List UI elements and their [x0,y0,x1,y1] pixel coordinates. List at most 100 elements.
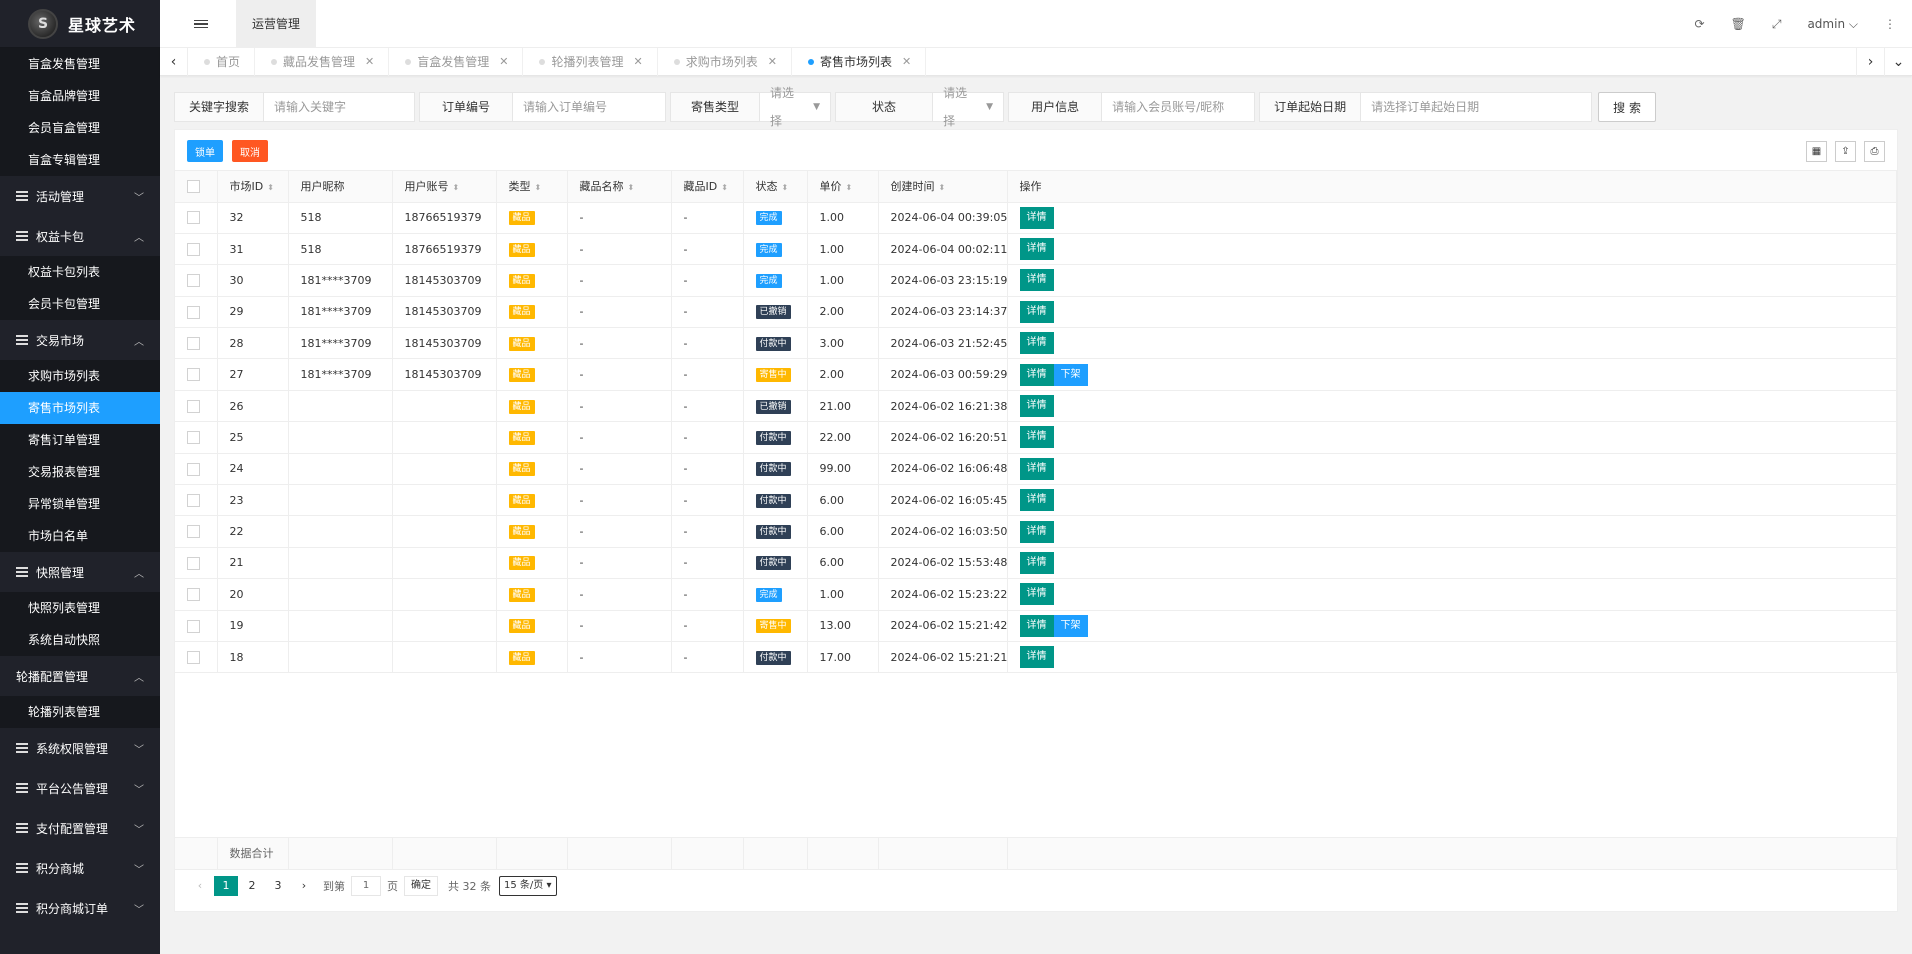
close-icon[interactable]: ✕ [365,48,374,76]
menu-toggle-icon[interactable] [194,14,208,34]
detail-button[interactable]: 详情 [1019,551,1054,574]
row-checkbox[interactable] [187,305,200,319]
delist-button[interactable]: 下架 [1053,614,1088,637]
sidebar-group[interactable]: 权益卡包 ︿ [0,216,160,256]
start-date-input[interactable] [1361,93,1592,121]
row-checkbox[interactable] [187,556,200,570]
detail-button[interactable]: 详情 [1019,646,1054,669]
row-checkbox[interactable] [187,211,200,225]
detail-button[interactable]: 详情 [1019,363,1054,386]
lock-order-button[interactable]: 锁单 [187,140,223,162]
detail-button[interactable]: 详情 [1019,520,1054,543]
goto-page-input[interactable]: 1 [351,875,381,896]
sidebar-group[interactable]: 快照管理 ︿ [0,552,160,592]
sort-icon[interactable]: ⬍ [939,183,946,192]
sidebar-group[interactable]: 系统权限管理 ﹀ [0,728,160,768]
sidebar-item[interactable]: 盲盒品牌管理 [0,80,160,112]
consign-type-select[interactable]: 请选择 ▼ [760,86,830,128]
row-checkbox[interactable] [187,431,200,445]
sidebar-group[interactable]: 积分商城订单 ﹀ [0,888,160,928]
column-header[interactable]: 单价 ⬍ [807,171,879,203]
row-checkbox[interactable] [187,650,200,664]
sort-icon[interactable]: ⬍ [267,183,274,192]
sidebar-item[interactable]: 市场白名单 [0,520,160,552]
logo[interactable]: S 星球艺术 [0,0,160,48]
column-header[interactable]: 创建时间 ⬍ [878,171,1008,203]
tab-item[interactable]: 求购市场列表 ✕ [658,48,792,76]
sidebar-group[interactable]: 交易市场 ︿ [0,320,160,360]
sort-icon[interactable]: ⬍ [453,183,460,192]
detail-button[interactable]: 详情 [1019,583,1054,606]
sort-icon[interactable]: ⬍ [846,183,853,192]
sort-icon[interactable]: ⬍ [535,183,542,192]
detail-button[interactable]: 详情 [1019,395,1054,418]
row-checkbox[interactable] [187,368,200,382]
column-header[interactable]: 藏品名称 ⬍ [567,171,672,203]
next-page-icon[interactable]: › [292,876,316,896]
detail-button[interactable]: 详情 [1019,457,1054,480]
detail-button[interactable]: 详情 [1019,426,1054,449]
tab-menu-chevron-down-icon[interactable]: ⌄ [1884,48,1912,76]
page-number[interactable]: 3 [266,876,290,896]
order-no-input[interactable] [513,93,666,121]
prev-page-icon[interactable]: ‹ [188,876,212,896]
sort-icon[interactable]: ⬍ [782,183,789,192]
close-icon[interactable]: ✕ [634,48,643,76]
page-size-select[interactable]: 15 条/页 ▾ [499,875,557,896]
columns-filter-icon[interactable]: ▦ [1806,141,1827,162]
sort-icon[interactable]: ⬍ [721,183,728,192]
tab-item[interactable]: 轮播列表管理 ✕ [523,48,658,76]
detail-button[interactable]: 详情 [1019,269,1054,292]
sidebar-item[interactable]: 权益卡包列表 [0,256,160,288]
detail-button[interactable]: 详情 [1019,332,1054,355]
search-button[interactable]: 搜 索 [1598,92,1657,122]
sidebar-item[interactable]: 盲盒发售管理 [0,48,160,80]
tab-item[interactable]: 藏品发售管理 ✕ [255,48,390,76]
sidebar-item[interactable]: 异常锁单管理 [0,488,160,520]
status-select[interactable]: 请选择 ▼ [933,86,1003,128]
user-menu[interactable]: admin ⌵ [1807,17,1858,32]
select-all-checkbox[interactable] [187,180,200,193]
goto-confirm-button[interactable]: 确定 [404,875,438,896]
sidebar-item[interactable]: 盲盒专辑管理 [0,144,160,176]
row-checkbox[interactable] [187,274,200,288]
more-vertical-icon[interactable]: ⋮ [1884,17,1896,31]
detail-button[interactable]: 详情 [1019,300,1054,323]
sidebar-group[interactable]: 活动管理 ﹀ [0,176,160,216]
row-checkbox[interactable] [187,525,200,539]
row-checkbox[interactable] [187,588,200,602]
close-icon[interactable]: ✕ [902,48,911,76]
column-header[interactable]: 状态 ⬍ [743,171,808,203]
detail-button[interactable]: 详情 [1019,238,1054,261]
page-number[interactable]: 1 [214,875,238,896]
sidebar-item[interactable]: 会员盲盒管理 [0,112,160,144]
close-icon[interactable]: ✕ [768,48,777,76]
sidebar-item[interactable]: 轮播列表管理 [0,696,160,728]
fullscreen-icon[interactable]: ⤢ [1772,17,1782,32]
refresh-icon[interactable]: ⟳ [1695,17,1705,31]
column-header[interactable]: 藏品ID ⬍ [671,171,744,203]
top-tab-operations[interactable]: 运营管理 [236,0,316,48]
trash-icon[interactable]: 🗑︎ [1731,17,1746,31]
cancel-button[interactable]: 取消 [232,140,268,162]
delist-button[interactable]: 下架 [1053,363,1088,386]
column-header[interactable]: 用户账号 ⬍ [392,171,497,203]
tab-item[interactable]: 寄售市场列表 ✕ [792,48,927,76]
close-icon[interactable]: ✕ [499,48,508,76]
tab-scroll-left-icon[interactable]: ‹ [160,48,188,76]
user-info-input[interactable] [1102,93,1255,121]
sidebar-group[interactable]: 积分商城 ﹀ [0,848,160,888]
tab-item[interactable]: 盲盒发售管理 ✕ [389,48,524,76]
sidebar-group[interactable]: 轮播配置管理 ︿ [0,656,160,696]
sidebar-item[interactable]: 寄售订单管理 [0,424,160,456]
tab-scroll-right-icon[interactable]: › [1856,48,1884,76]
sidebar-item[interactable]: 快照列表管理 [0,592,160,624]
sidebar-item[interactable]: 会员卡包管理 [0,288,160,320]
sidebar-item[interactable]: 寄售市场列表 [0,392,160,424]
row-checkbox[interactable] [187,337,200,350]
detail-button[interactable]: 详情 [1019,206,1054,229]
sidebar-item[interactable]: 求购市场列表 [0,360,160,392]
sidebar-group[interactable]: 平台公告管理 ﹀ [0,768,160,808]
keyword-input[interactable] [264,93,415,121]
export-icon[interactable]: ⇪ [1835,141,1856,162]
